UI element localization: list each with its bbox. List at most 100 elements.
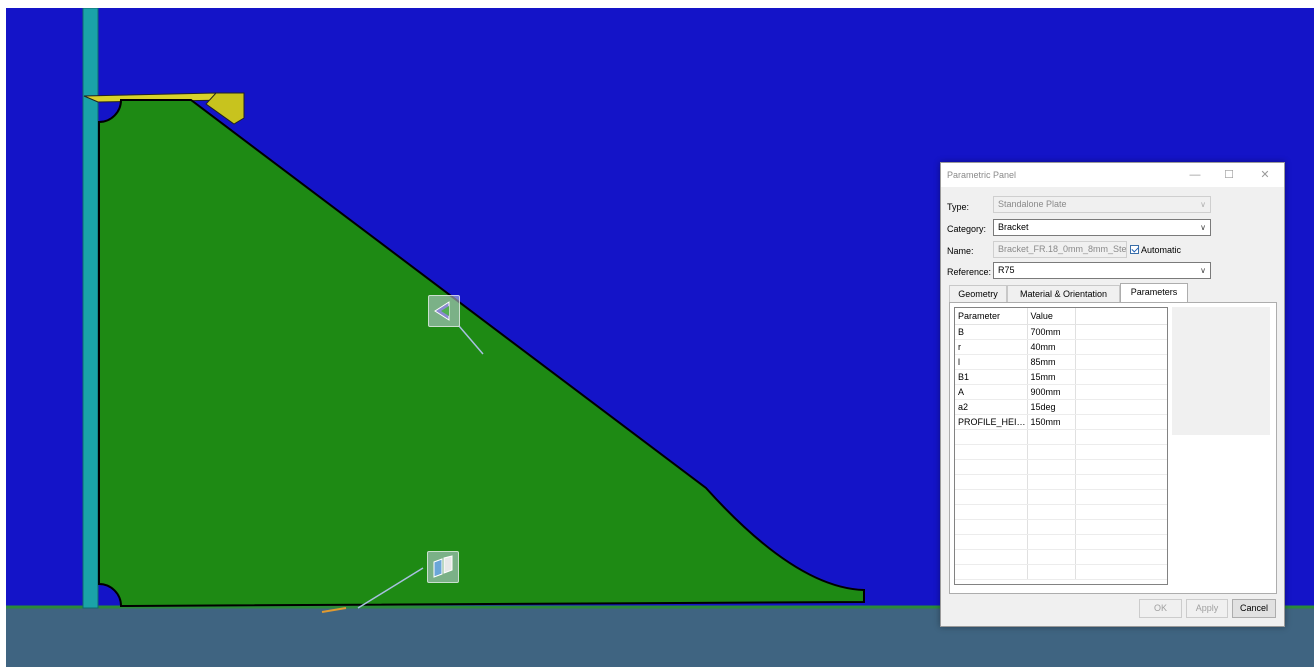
- parameter-value-cell[interactable]: 900mm: [1027, 384, 1076, 400]
- empty-cell: [1075, 429, 1167, 445]
- empty-cell: [955, 489, 1028, 505]
- parameter-value-cell[interactable]: 40mm: [1027, 339, 1076, 355]
- empty-cell: [1027, 444, 1076, 460]
- panel-titlebar[interactable]: Parametric Panel — ☐ ✕: [941, 163, 1284, 187]
- empty-cell: [955, 519, 1028, 535]
- empty-cell: [1027, 549, 1076, 565]
- category-select[interactable]: Bracket ∨: [993, 219, 1211, 236]
- table-row: [955, 519, 1167, 535]
- empty-cell: [1027, 504, 1076, 520]
- table-row: [955, 504, 1167, 520]
- empty-cell: [1027, 519, 1076, 535]
- automatic-checkbox[interactable]: [1130, 245, 1139, 254]
- empty-cell: [955, 429, 1028, 445]
- empty-cell: [1075, 324, 1167, 340]
- parametric-panel: Parametric Panel — ☐ ✕ Type: Standalone …: [940, 162, 1285, 627]
- parameter-value-cell[interactable]: 85mm: [1027, 354, 1076, 370]
- empty-cell: [1027, 489, 1076, 505]
- empty-cell: [1075, 534, 1167, 550]
- empty-cell: [1075, 354, 1167, 370]
- category-label: Category:: [947, 224, 987, 234]
- empty-cell: [1075, 549, 1167, 565]
- table-row: [955, 459, 1167, 475]
- parameter-name-cell[interactable]: A: [955, 384, 1028, 400]
- chevron-down-icon: ∨: [1200, 266, 1206, 275]
- parameters-tab-body: Parameter Value B 700mm r 40mm l 85mm B1 15mm A 9…: [949, 302, 1277, 594]
- ok-button[interactable]: OK: [1139, 599, 1182, 618]
- empty-cell: [1027, 564, 1076, 580]
- empty-cell: [1075, 459, 1167, 475]
- tab-parameters[interactable]: Parameters: [1120, 283, 1188, 303]
- empty-cell: [955, 444, 1028, 460]
- apply-button[interactable]: Apply: [1186, 599, 1228, 618]
- parameter-value-cell[interactable]: 150mm: [1027, 414, 1076, 430]
- close-icon[interactable]: ✕: [1254, 167, 1276, 183]
- parameter-value-cell[interactable]: 700mm: [1027, 324, 1076, 340]
- empty-cell: [1075, 564, 1167, 580]
- empty-cell: [1075, 369, 1167, 385]
- tab-material-orientation[interactable]: Material & Orientation: [1007, 285, 1120, 303]
- empty-cell: [1075, 474, 1167, 490]
- table-row[interactable]: A 900mm: [955, 384, 1167, 400]
- parameter-name-cell[interactable]: l: [955, 354, 1028, 370]
- name-label: Name:: [947, 246, 974, 256]
- reference-select[interactable]: R75 ∨: [993, 262, 1211, 279]
- empty-cell: [1075, 339, 1167, 355]
- table-row[interactable]: PROFILE_HEIG... 150mm: [955, 414, 1167, 430]
- table-row[interactable]: B1 15mm: [955, 369, 1167, 385]
- table-row[interactable]: a2 15deg: [955, 399, 1167, 415]
- empty-cell: [1027, 459, 1076, 475]
- empty-cell: [955, 504, 1028, 520]
- maximize-icon[interactable]: ☐: [1218, 167, 1240, 183]
- empty-cell: [1075, 444, 1167, 460]
- parameter-name-cell[interactable]: PROFILE_HEIG...: [955, 414, 1028, 430]
- parameters-table[interactable]: Parameter Value B 700mm r 40mm l 85mm B1 15mm A 9…: [955, 308, 1167, 580]
- parameter-value-cell[interactable]: 15mm: [1027, 369, 1076, 385]
- reference-value: R75: [998, 265, 1015, 275]
- category-value: Bracket: [998, 222, 1029, 232]
- tab-geometry[interactable]: Geometry: [949, 285, 1007, 303]
- parameter-value-cell[interactable]: 15deg: [1027, 399, 1076, 415]
- empty-cell: [1075, 519, 1167, 535]
- table-row[interactable]: r 40mm: [955, 339, 1167, 355]
- type-label: Type:: [947, 202, 970, 212]
- automatic-label: Automatic: [1141, 245, 1182, 255]
- parameter-name-cell[interactable]: r: [955, 339, 1028, 355]
- table-row[interactable]: l 85mm: [955, 354, 1167, 370]
- type-value: Standalone Plate: [998, 199, 1067, 209]
- empty-cell: [955, 534, 1028, 550]
- empty-cell: [1075, 384, 1167, 400]
- empty-cell: [955, 564, 1028, 580]
- name-value: Bracket_FR.18_0mm_8mm_Stee: [998, 244, 1127, 254]
- parameter-name-cell[interactable]: a2: [955, 399, 1028, 415]
- empty-cell: [1027, 474, 1076, 490]
- parameters-table-container[interactable]: Parameter Value B 700mm r 40mm l 85mm B1 15mm A 9…: [954, 307, 1168, 585]
- reference-label: Reference:: [947, 267, 992, 277]
- empty-cell: [955, 549, 1028, 565]
- type-select[interactable]: Standalone Plate ∨: [993, 196, 1211, 213]
- header-value[interactable]: Value: [1027, 308, 1076, 325]
- header-spacer: [1075, 308, 1167, 325]
- empty-cell: [955, 459, 1028, 475]
- table-header-row: Parameter Value: [955, 308, 1167, 325]
- panel-title: Parametric Panel: [947, 170, 1017, 180]
- cancel-button[interactable]: Cancel: [1232, 599, 1276, 618]
- table-row: [955, 489, 1167, 505]
- parameter-name-cell[interactable]: B: [955, 324, 1028, 340]
- parameter-preview-area: [1172, 307, 1270, 435]
- table-row: [955, 474, 1167, 490]
- table-row[interactable]: B 700mm: [955, 324, 1167, 340]
- table-row: [955, 429, 1167, 445]
- empty-cell: [1027, 429, 1076, 445]
- table-row: [955, 564, 1167, 580]
- table-row: [955, 549, 1167, 565]
- name-field[interactable]: Bracket_FR.18_0mm_8mm_Stee: [993, 241, 1127, 258]
- normal-manipulator-icon[interactable]: [427, 551, 459, 583]
- table-row: [955, 534, 1167, 550]
- header-parameter[interactable]: Parameter: [955, 308, 1028, 325]
- minimize-icon[interactable]: —: [1184, 167, 1206, 183]
- rotate-manipulator-icon[interactable]: [428, 295, 460, 327]
- chevron-down-icon: ∨: [1200, 223, 1206, 232]
- table-row: [955, 444, 1167, 460]
- parameter-name-cell[interactable]: B1: [955, 369, 1028, 385]
